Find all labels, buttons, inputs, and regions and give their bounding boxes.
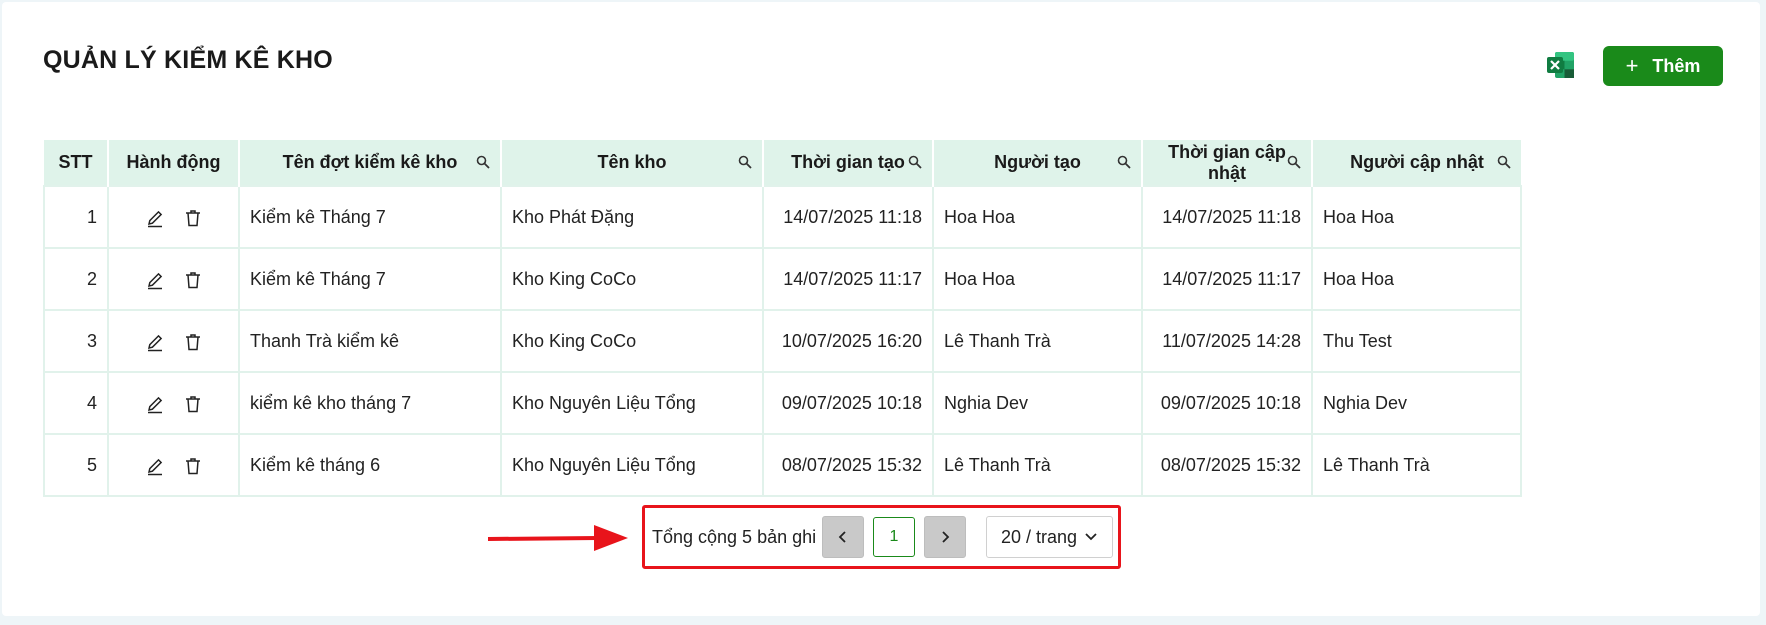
edit-icon[interactable] — [145, 270, 165, 290]
actions-cell — [107, 309, 240, 373]
excel-icon — [1547, 52, 1574, 78]
cell-updated-at: 14/07/2025 11:18 — [1141, 185, 1313, 249]
delete-icon[interactable] — [183, 332, 203, 352]
delete-icon[interactable] — [183, 394, 203, 414]
cell-warehouse: Kho King CoCo — [500, 247, 764, 311]
cell-stt: 1 — [43, 185, 109, 249]
cell-updated-at: 14/07/2025 11:17 — [1141, 247, 1313, 311]
cell-created-at: 09/07/2025 10:18 — [762, 371, 934, 435]
chevron-down-icon — [1085, 533, 1097, 541]
table-row[interactable]: 4 kiểm kê kho tháng 7 Kho Nguyên Liệu Tổng… — [43, 371, 1522, 435]
column-header: Thời gian cập nhật — [1142, 140, 1313, 186]
delete-icon[interactable] — [183, 456, 203, 476]
cell-updated-by: Hoa Hoa — [1311, 185, 1522, 249]
page-number-current[interactable]: 1 — [873, 517, 915, 557]
table-header-row: STT Hành động Tên đợt kiểm kê kho Tên kho Th… — [44, 140, 1521, 186]
pagination-total: Tổng cộng 5 bản ghi — [652, 527, 817, 547]
cell-warehouse: Kho King CoCo — [500, 309, 764, 373]
cell-created-at: 10/07/2025 16:20 — [762, 309, 934, 373]
column-header: Hành động — [108, 140, 240, 186]
cell-warehouse: Kho Nguyên Liệu Tổng — [500, 371, 764, 435]
actions-cell — [107, 433, 240, 497]
table-row[interactable]: 1 Kiểm kê Tháng 7 Kho Phát Đặng 14/07/2025 … — [43, 185, 1522, 249]
cell-created-by: Hoa Hoa — [932, 185, 1143, 249]
cell-updated-by: Nghia Dev — [1311, 371, 1522, 435]
page-title: QUẢN LÝ KIỂM KÊ KHO — [43, 46, 333, 74]
search-icon[interactable] — [1497, 155, 1511, 169]
cell-created-at: 14/07/2025 11:17 — [762, 247, 934, 311]
table-row[interactable]: 2 Kiểm kê Tháng 7 Kho King CoCo 14/07/2025 … — [43, 247, 1522, 311]
cell-updated-by: Thu Test — [1311, 309, 1522, 373]
column-header-label: Hành động — [126, 152, 221, 172]
search-icon[interactable] — [908, 155, 922, 169]
column-header-label: Thời gian tạo — [791, 152, 905, 172]
add-button[interactable]: + Thêm — [1603, 46, 1723, 86]
column-header: Thời gian tạo — [763, 140, 934, 186]
search-icon[interactable] — [1287, 155, 1301, 169]
column-header: Người tạo — [933, 140, 1143, 186]
prev-page-button[interactable] — [822, 516, 864, 558]
cell-created-at: 08/07/2025 15:32 — [762, 433, 934, 497]
cell-warehouse: Kho Phát Đặng — [500, 185, 764, 249]
page-size-value: 20 / trang — [1001, 526, 1078, 547]
cell-updated-at: 09/07/2025 10:18 — [1141, 371, 1313, 435]
column-header: STT — [44, 140, 109, 186]
cell-name: Thanh Trà kiểm kê — [238, 309, 502, 373]
column-header: Người cập nhật — [1312, 140, 1521, 186]
column-header: Tên đợt kiểm kê kho — [239, 140, 502, 186]
delete-icon[interactable] — [183, 270, 203, 290]
table-row[interactable]: 5 Kiểm kê tháng 6 Kho Nguyên Liệu Tổng 08/0… — [43, 433, 1522, 497]
export-excel-button[interactable] — [1546, 50, 1576, 80]
search-icon[interactable] — [738, 155, 752, 169]
cell-created-by: Lê Thanh Trà — [932, 309, 1143, 373]
actions-cell — [107, 185, 240, 249]
cell-stt: 2 — [43, 247, 109, 311]
cell-created-by: Nghia Dev — [932, 371, 1143, 435]
cell-updated-at: 11/07/2025 14:28 — [1141, 309, 1313, 373]
add-button-label: Thêm — [1652, 55, 1701, 76]
actions-cell — [107, 247, 240, 311]
edit-icon[interactable] — [145, 456, 165, 476]
search-icon[interactable] — [476, 155, 490, 169]
table-row[interactable]: 3 Thanh Trà kiểm kê Kho King CoCo 10/07/202… — [43, 309, 1522, 373]
table-body: 1 Kiểm kê Tháng 7 Kho Phát Đặng 14/07/2025 … — [43, 185, 1522, 497]
page-size-select[interactable]: 20 / trang — [986, 516, 1113, 558]
annotation-arrow — [487, 525, 628, 551]
cell-created-by: Hoa Hoa — [932, 247, 1143, 311]
next-page-button[interactable] — [924, 516, 966, 558]
chevron-left-icon — [838, 531, 846, 543]
column-header-label: Người tạo — [994, 152, 1081, 172]
cell-updated-by: Lê Thanh Trà — [1311, 433, 1522, 497]
search-icon[interactable] — [1117, 155, 1131, 169]
cell-stt: 3 — [43, 309, 109, 373]
inventory-check-table: STT Hành động Tên đợt kiểm kê kho Tên kho Th… — [43, 140, 1522, 497]
cell-warehouse: Kho Nguyên Liệu Tổng — [500, 433, 764, 497]
delete-icon[interactable] — [183, 208, 203, 228]
cell-updated-at: 08/07/2025 15:32 — [1141, 433, 1313, 497]
plus-icon: + — [1625, 53, 1639, 78]
column-header-label: Tên kho — [597, 152, 667, 172]
column-header-label: STT — [58, 152, 93, 172]
column-header-label: Tên đợt kiểm kê kho — [282, 152, 458, 172]
column-header-label: Người cập nhật — [1350, 152, 1484, 172]
column-header-label: Thời gian cập nhật — [1168, 141, 1286, 183]
cell-stt: 4 — [43, 371, 109, 435]
cell-stt: 5 — [43, 433, 109, 497]
cell-name: Kiểm kê tháng 6 — [238, 433, 502, 497]
edit-icon[interactable] — [145, 332, 165, 352]
cell-name: Kiểm kê Tháng 7 — [238, 247, 502, 311]
cell-name: Kiểm kê Tháng 7 — [238, 185, 502, 249]
edit-icon[interactable] — [145, 208, 165, 228]
cell-created-by: Lê Thanh Trà — [932, 433, 1143, 497]
cell-name: kiểm kê kho tháng 7 — [238, 371, 502, 435]
column-header: Tên kho — [501, 140, 764, 186]
chevron-right-icon — [942, 531, 950, 543]
cell-updated-by: Hoa Hoa — [1311, 247, 1522, 311]
actions-cell — [107, 371, 240, 435]
edit-icon[interactable] — [145, 394, 165, 414]
cell-created-at: 14/07/2025 11:18 — [762, 185, 934, 249]
